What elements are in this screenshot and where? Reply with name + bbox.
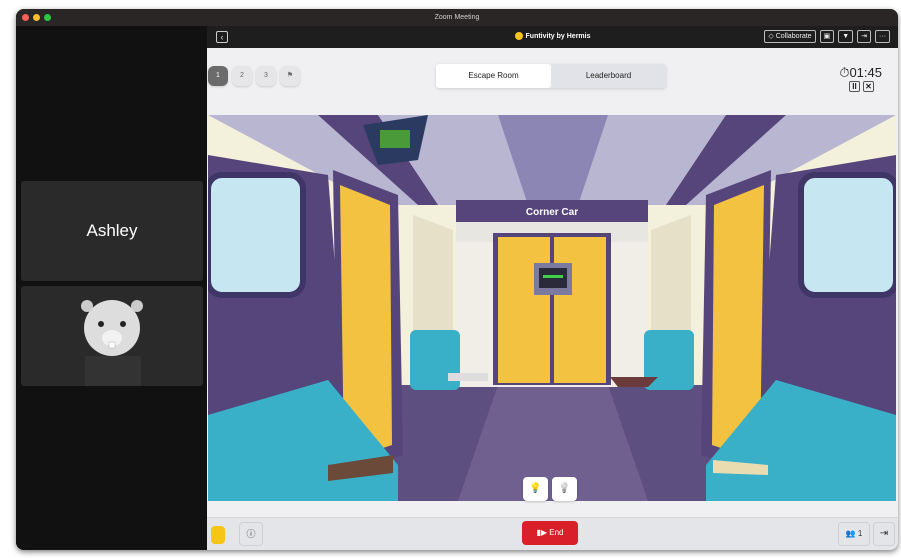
app-title-text: Funtivity by Hermis: [525, 33, 591, 40]
escape-room-scene[interactable]: Corner Car: [208, 115, 896, 501]
participants-button[interactable]: 👥 1: [838, 522, 870, 546]
beaver-avatar-icon: [81, 300, 143, 386]
stopwatch-icon: ⏱: [839, 65, 850, 80]
participant-tile-avatar[interactable]: [21, 286, 203, 386]
close-window-button[interactable]: [22, 14, 29, 21]
hint-bulb-icon[interactable]: 💡: [523, 477, 548, 501]
tray-item[interactable]: [448, 373, 488, 381]
share-icon[interactable]: ▣: [819, 30, 835, 43]
pop-out-icon[interactable]: ⇥: [857, 30, 871, 43]
step-3[interactable]: 3: [256, 66, 276, 86]
timer: ⏱01:45: [839, 65, 882, 81]
zoom-window: Zoom Meeting Ashley ‹ Funtivity by Hermi…: [16, 9, 898, 550]
view-tabs: Escape Room Leaderboard: [436, 64, 666, 88]
people-icon: 👥: [845, 529, 856, 538]
maximize-window-button[interactable]: [44, 14, 51, 21]
scene-title: Corner Car: [526, 207, 578, 218]
exit-icon[interactable]: ⇥: [873, 522, 895, 546]
participants-panel: Ashley: [16, 26, 207, 550]
hint-bulb-dark-icon[interactable]: 💡: [552, 477, 577, 501]
train-car-illustration: Corner Car: [208, 115, 896, 501]
participant-count: 1: [857, 529, 863, 538]
stop-button[interactable]: ✕: [863, 81, 874, 92]
tab-escape-room[interactable]: Escape Room: [436, 64, 551, 88]
finish-flag-icon[interactable]: ⚑: [280, 66, 300, 86]
pause-button[interactable]: II: [849, 81, 860, 92]
collaborate-button[interactable]: ◇ Collaborate: [764, 30, 816, 43]
filter-icon[interactable]: ▼: [838, 30, 854, 43]
info-button[interactable]: ⓘ: [239, 522, 263, 546]
tab-leaderboard[interactable]: Leaderboard: [551, 64, 666, 88]
level-steps: 1 2 3 ⚑: [208, 66, 300, 86]
step-1[interactable]: 1: [208, 66, 228, 86]
timer-value: 01:45: [849, 65, 882, 80]
minimize-window-button[interactable]: [33, 14, 40, 21]
window-title: Zoom Meeting: [434, 14, 480, 21]
bottom-bar: ⓘ ▮▶ End 👥 1 ⇥: [207, 517, 898, 550]
participant-name: Ashley: [86, 221, 138, 240]
end-button[interactable]: ▮▶ End: [522, 521, 578, 545]
participant-tile-ashley[interactable]: Ashley: [21, 181, 203, 281]
end-icon: ▮▶: [536, 528, 550, 537]
collaborate-label: Collaborate: [775, 33, 812, 40]
title-bar: Zoom Meeting: [16, 9, 898, 26]
funtivity-app: ‹ Funtivity by Hermis ◇ Collaborate ▣ ▼ …: [207, 26, 898, 550]
step-2[interactable]: 2: [232, 66, 252, 86]
end-label: End: [549, 528, 564, 537]
funtivity-logo-icon: [211, 526, 225, 544]
app-header: ‹ Funtivity by Hermis ◇ Collaborate ▣ ▼ …: [207, 26, 898, 48]
funtivity-logo-icon: [514, 32, 523, 41]
more-icon[interactable]: ···: [875, 30, 890, 43]
